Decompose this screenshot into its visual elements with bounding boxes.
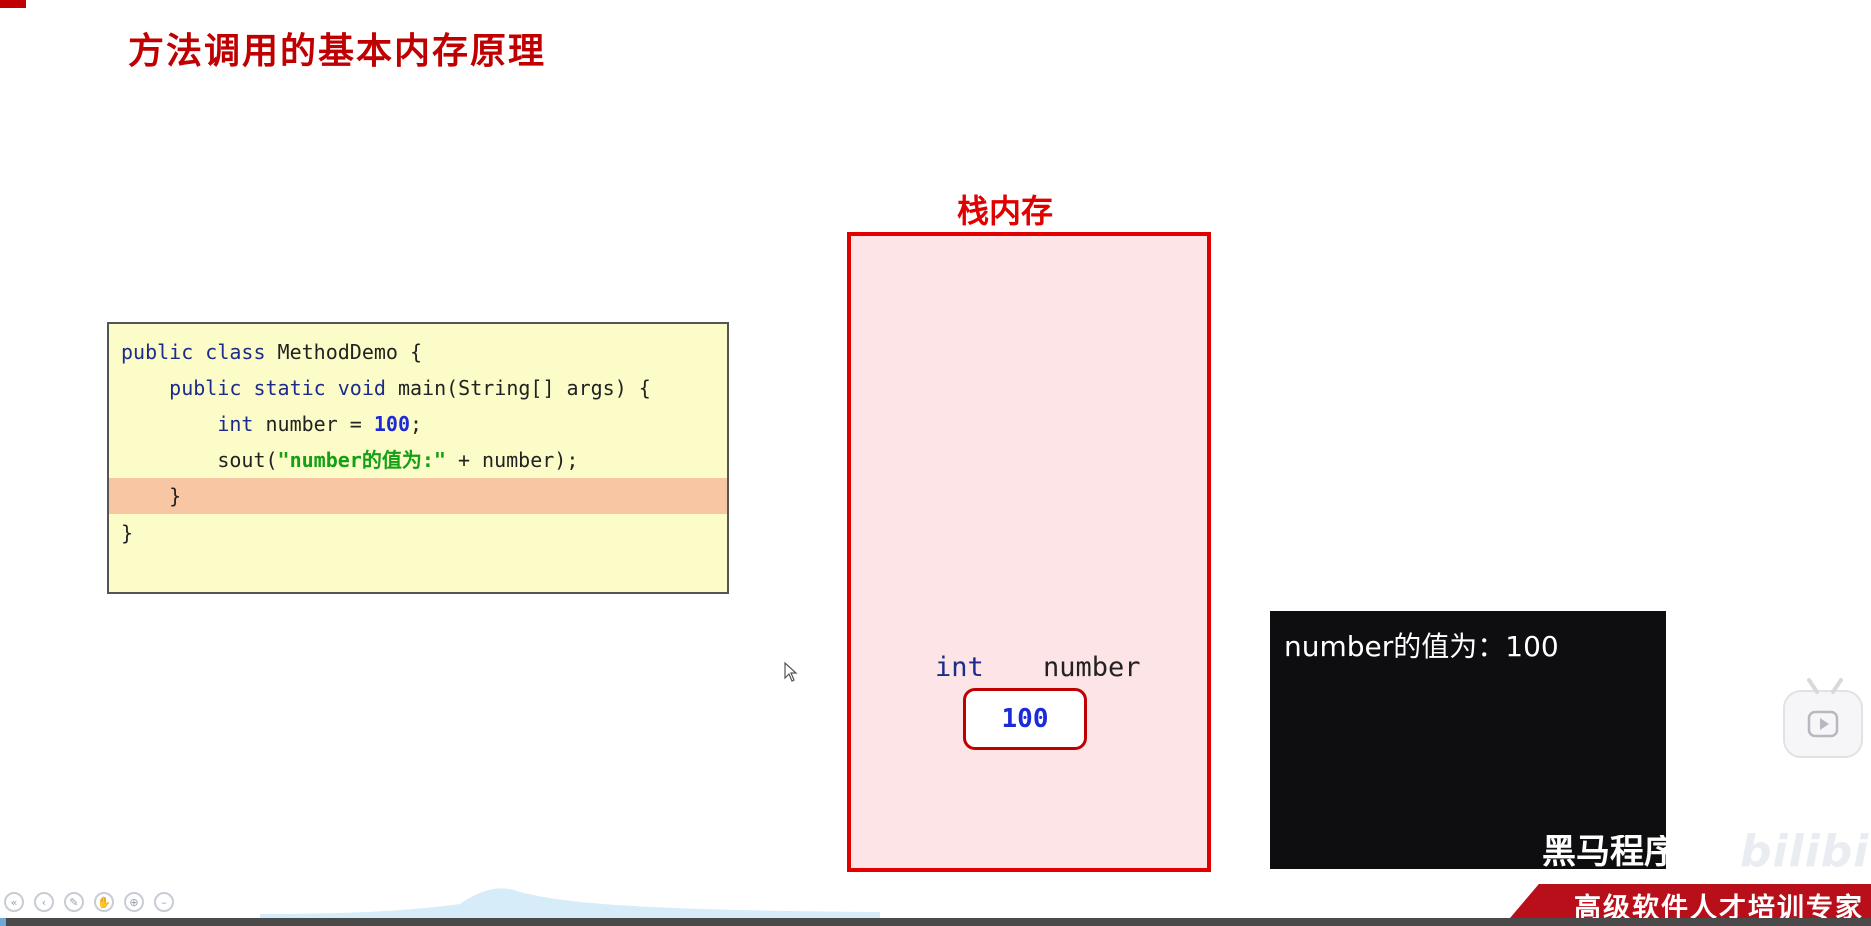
code-token: public static void [169, 376, 398, 400]
code-line: } [109, 478, 727, 514]
code-token: + number); [445, 448, 579, 472]
audio-waveform [260, 888, 880, 920]
pen-icon[interactable]: ✎ [64, 892, 84, 912]
player-controls: « ‹ ✎ ✋ ⊕ – [4, 892, 174, 912]
code-token: ; [410, 412, 423, 436]
zoom-icon[interactable]: ⊕ [124, 892, 144, 912]
code-token: MethodDemo { [277, 340, 423, 364]
bilibili-watermark: bilibili [1740, 826, 1871, 877]
code-line: public static void main(String[] args) { [109, 370, 727, 406]
code-line: public class MethodDemo { [109, 334, 727, 370]
stack-memory-title: 栈内存 [957, 192, 1054, 230]
code-token: sout( [121, 448, 278, 472]
code-line: int number = 100; [109, 406, 727, 442]
minus-icon[interactable]: – [154, 892, 174, 912]
code-token: public class [121, 340, 278, 364]
code-line: sout("number的值为:" + number); [109, 442, 727, 478]
video-progress-fill [0, 918, 6, 926]
stack-memory-box [847, 232, 1211, 872]
code-token: "number的值为:" [277, 448, 446, 472]
code-token: } [121, 521, 134, 545]
play-icon [1807, 710, 1839, 738]
code-token: } [121, 484, 182, 508]
code-token: number = [265, 412, 374, 436]
variable-value: 100 [1001, 704, 1049, 734]
tv-ears-icon [1807, 678, 1843, 694]
play-button[interactable] [1783, 678, 1863, 758]
corner-mark [0, 0, 26, 8]
mouse-cursor-icon [784, 662, 798, 682]
rewind-icon[interactable]: « [4, 892, 24, 912]
video-progress-bar[interactable] [0, 918, 1871, 926]
console-output-panel: number的值为：100 黑马程序员 [1270, 611, 1666, 869]
back-icon[interactable]: ‹ [34, 892, 54, 912]
console-watermark: 黑马程序员 [1542, 835, 1666, 869]
variable-value-box: 100 [963, 688, 1087, 750]
code-token: 100 [373, 412, 410, 436]
code-line: } [109, 515, 727, 551]
console-output-text: number的值为：100 [1284, 630, 1559, 663]
page-title: 方法调用的基本内存原理 [128, 31, 547, 72]
code-token: main(String[] args) { [397, 376, 651, 400]
variable-type: int [935, 652, 984, 683]
hand-icon[interactable]: ✋ [94, 892, 114, 912]
variable-name: number [1043, 652, 1141, 683]
code-token: int [217, 412, 266, 436]
code-block: public class MethodDemo { public static … [107, 322, 729, 594]
bottom-banner: 高级软件人才培训专家 [1510, 884, 1871, 918]
